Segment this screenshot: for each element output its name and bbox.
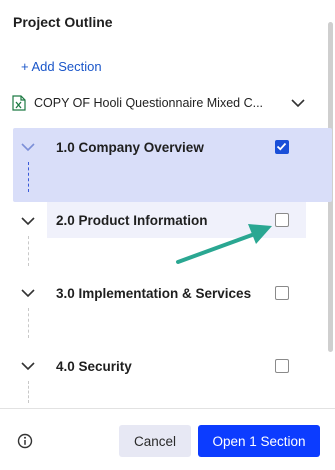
- cancel-button[interactable]: Cancel: [119, 425, 191, 457]
- chevron-down-icon[interactable]: [20, 287, 36, 299]
- section-item-security[interactable]: 4.0 Security: [0, 347, 322, 407]
- section-item-company-overview[interactable]: 1.0 Company Overview: [0, 128, 332, 202]
- chevron-down-icon[interactable]: [20, 141, 36, 153]
- chevron-down-icon[interactable]: [20, 360, 36, 372]
- tree-connector: [28, 162, 29, 192]
- info-icon[interactable]: [17, 433, 33, 449]
- footer-bar: Cancel Open 1 Section: [0, 408, 335, 470]
- tree-connector: [28, 236, 29, 266]
- add-section-link[interactable]: + Add Section: [21, 59, 102, 74]
- tree-connector: [28, 308, 29, 338]
- chevron-down-icon[interactable]: [290, 95, 306, 111]
- chevron-down-icon[interactable]: [20, 215, 36, 227]
- file-selector[interactable]: COPY OF Hooli Questionnaire Mixed C...: [12, 91, 312, 115]
- tree-connector: [28, 381, 29, 403]
- section-label: 3.0 Implementation & Services: [56, 286, 252, 301]
- section-checkbox[interactable]: [275, 286, 289, 300]
- section-item-implementation-services[interactable]: 3.0 Implementation & Services: [0, 274, 322, 347]
- panel-title: Project Outline: [13, 14, 113, 30]
- checkmark-icon: [276, 142, 287, 151]
- excel-file-icon: [12, 95, 26, 111]
- file-name: COPY OF Hooli Questionnaire Mixed C...: [34, 96, 264, 110]
- section-label: 4.0 Security: [56, 359, 132, 374]
- section-label: 1.0 Company Overview: [56, 140, 204, 155]
- project-outline-panel: Project Outline + Add Section COPY OF Ho…: [0, 0, 335, 470]
- section-checkbox[interactable]: [275, 359, 289, 373]
- annotation-arrow-icon: [176, 224, 272, 264]
- open-section-button[interactable]: Open 1 Section: [198, 425, 320, 457]
- section-checkbox[interactable]: [275, 140, 289, 154]
